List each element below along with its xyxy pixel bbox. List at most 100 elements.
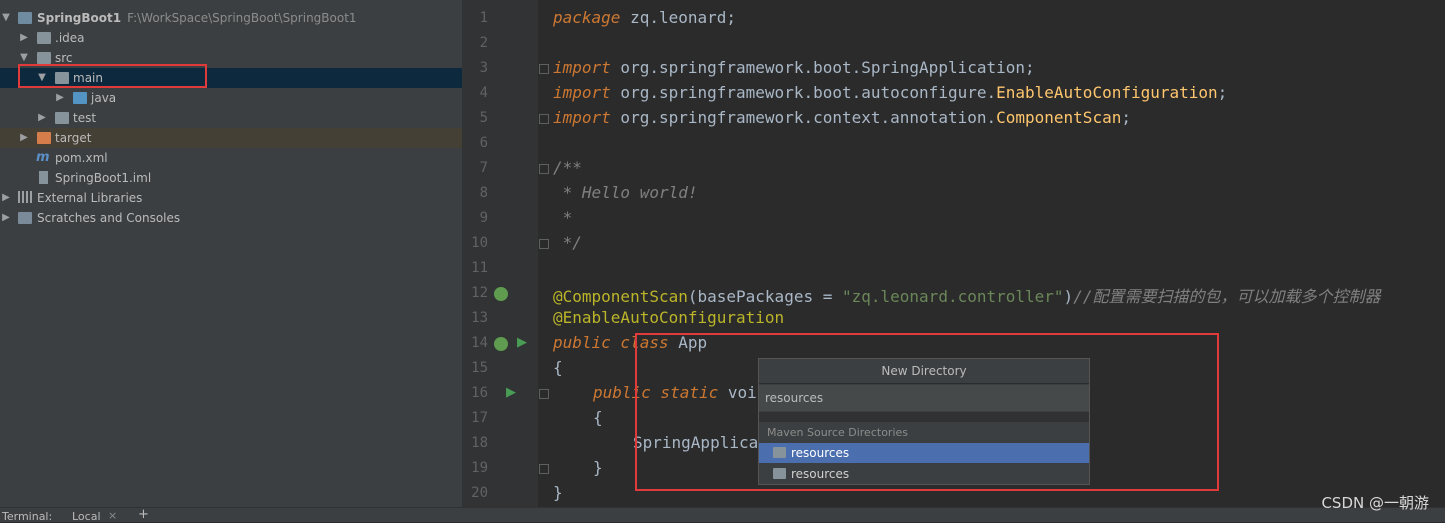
suggestion-item-resources[interactable]: resources (759, 464, 1089, 484)
module-folder-icon (18, 12, 32, 24)
tab-local[interactable]: Local (72, 510, 101, 523)
tree-item-test[interactable]: ▶ test (0, 108, 462, 128)
line-number: 7 (479, 160, 488, 176)
tree-item-label: .idea (55, 31, 85, 45)
line-number: 6 (479, 135, 488, 151)
popup-title: New Directory (759, 359, 1089, 384)
line-number: 2 (479, 35, 488, 51)
tree-item-scratches[interactable]: ▶ Scratches and Consoles (0, 208, 462, 228)
tree-item-label: External Libraries (37, 191, 143, 205)
line-number: 3 (479, 60, 488, 76)
scratches-icon (18, 212, 32, 224)
code-line-19: } (593, 458, 603, 477)
line-number: 9 (479, 210, 488, 226)
code-line-12: @ComponentScan(basePackages = "zq.leonar… (553, 287, 1381, 306)
directory-name-input[interactable] (759, 385, 1089, 411)
code-line-4: import org.springframework.boot.autoconf… (553, 83, 1228, 102)
line-number: 8 (479, 185, 488, 201)
iml-file-icon (39, 171, 48, 184)
fold-marker-icon[interactable] (539, 464, 549, 474)
code-line-9: * (553, 208, 573, 227)
popup-section-label: Maven Source Directories (767, 426, 908, 439)
folder-icon (37, 52, 51, 64)
chevron-right-icon[interactable]: ▶ (37, 108, 47, 128)
code-line-3: import org.springframework.boot.SpringAp… (553, 58, 1035, 77)
tree-item-external-libraries[interactable]: ▶ External Libraries (0, 188, 462, 208)
fold-marker-icon[interactable] (539, 114, 549, 124)
libraries-icon (18, 191, 33, 203)
line-number: 20 (471, 485, 488, 501)
run-icon[interactable]: ▶ (506, 385, 516, 400)
code-line-20: } (553, 483, 563, 502)
add-icon[interactable]: + (138, 507, 149, 522)
fold-marker-icon[interactable] (539, 389, 549, 399)
code-line-13: @EnableAutoConfiguration (553, 308, 785, 327)
fold-marker-icon[interactable] (539, 239, 549, 249)
tree-item-label: Scratches and Consoles (37, 211, 181, 225)
line-number: 12 (471, 285, 488, 301)
line-number: 5 (479, 110, 488, 126)
run-icon[interactable]: ▶ (517, 335, 527, 350)
project-path: F:\WorkSpace\SpringBoot\SpringBoot1 (127, 11, 357, 25)
line-number: 13 (471, 310, 488, 326)
line-number: 11 (471, 260, 488, 276)
folder-icon (37, 32, 51, 44)
chevron-right-icon[interactable]: ▶ (19, 28, 29, 48)
tree-item-label: SpringBoot1.iml (55, 171, 152, 185)
line-number: 17 (471, 410, 488, 426)
code-line-15: { (553, 358, 563, 377)
code-line-17: { (593, 408, 603, 427)
resources-folder-icon (773, 447, 786, 458)
excluded-folder-icon (37, 132, 51, 144)
line-number: 18 (471, 435, 488, 451)
code-line-10: */ (553, 233, 582, 252)
new-directory-popup: New Directory Maven Source Directories r… (758, 358, 1090, 485)
tree-item-iml[interactable]: SpringBoot1.iml (0, 168, 462, 188)
maven-file-icon: m (36, 150, 50, 165)
tree-item-target[interactable]: ▶ target (0, 128, 462, 148)
suggestion-item-resources[interactable]: resources (759, 443, 1089, 463)
line-number: 16 (471, 385, 488, 401)
tree-item-label: test (73, 111, 97, 125)
line-number: 1 (479, 10, 488, 26)
highlight-box-main (18, 64, 207, 88)
source-folder-icon (73, 92, 87, 104)
tree-item-label: java (91, 91, 117, 105)
chevron-right-icon[interactable]: ▶ (19, 128, 29, 148)
line-number: 4 (479, 85, 488, 101)
chevron-down-icon[interactable]: ▼ (1, 8, 11, 28)
line-number: 15 (471, 360, 488, 376)
editor-gutter: 1 2 3 4 5 6 7 8 9 10 11 12 13 14 15 16 1… (462, 0, 549, 507)
fold-marker-icon[interactable] (539, 164, 549, 174)
spring-bean-icon[interactable] (494, 337, 508, 351)
tree-item-idea[interactable]: ▶ .idea (0, 28, 462, 48)
spring-bean-icon[interactable] (494, 287, 508, 301)
tree-item-pom[interactable]: m pom.xml (0, 148, 462, 168)
chevron-right-icon[interactable]: ▶ (1, 188, 11, 208)
fold-marker-icon[interactable] (539, 64, 549, 74)
folder-icon (55, 112, 69, 124)
watermark: CSDN @一朝游 (1321, 494, 1429, 512)
line-number: 14 (471, 335, 488, 351)
tree-item-label: target (55, 131, 92, 145)
resources-folder-icon (773, 468, 786, 479)
project-name: SpringBoot1 (37, 11, 122, 25)
line-number: 19 (471, 460, 488, 476)
project-panel: ▼ SpringBoot1 F:\WorkSpace\SpringBoot\Spr… (0, 0, 462, 507)
chevron-right-icon[interactable]: ▶ (1, 208, 11, 228)
tree-item-java[interactable]: ▶ java (0, 88, 462, 108)
code-line-5: import org.springframework.context.annot… (553, 108, 1131, 127)
bottom-tool-bar: Terminal: Local × + (0, 507, 1445, 523)
close-icon[interactable]: × (108, 509, 117, 522)
suggestion-label: resources (791, 467, 850, 481)
code-line-1: package zq.leonard; (553, 8, 737, 27)
code-line-7: /** (553, 158, 582, 177)
tree-item-label: pom.xml (55, 151, 108, 165)
popup-divider (759, 412, 1089, 422)
line-number: 10 (471, 235, 488, 251)
suggestion-label: resources (791, 446, 850, 460)
terminal-label[interactable]: Terminal: (2, 510, 52, 523)
tree-item-springboot1[interactable]: ▼ SpringBoot1 F:\WorkSpace\SpringBoot\Spr… (0, 8, 462, 28)
code-line-8: * Hello world! (553, 183, 698, 202)
chevron-right-icon[interactable]: ▶ (55, 88, 65, 108)
